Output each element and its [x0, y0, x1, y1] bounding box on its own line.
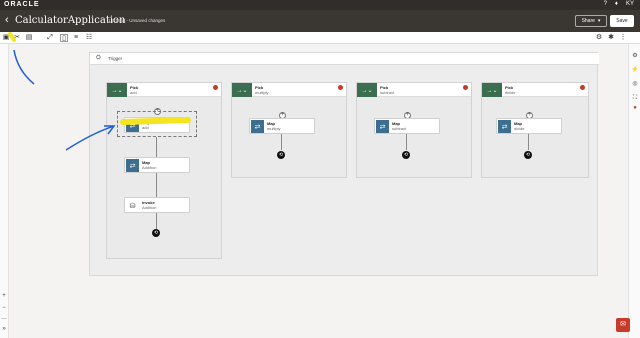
map-icon: ⇄ — [126, 159, 139, 172]
pick-lane-subtract: →⌄ Pick subtract + ⇄ Map subtract ⟲ — [356, 82, 472, 178]
pick-subtitle: divide — [505, 90, 516, 95]
connector — [156, 213, 157, 229]
pick-header[interactable]: →⌄ Pick divide — [482, 83, 588, 97]
pick-subtitle: multiply — [255, 90, 269, 95]
errors-icon[interactable]: ⛶ — [631, 94, 639, 102]
trigger-label: Trigger — [108, 56, 123, 61]
list-view-icon[interactable]: ☷ — [85, 34, 93, 42]
pick-subtitle: add — [130, 90, 137, 95]
canvas-toolbar: ▣ ✂ ▤ ⤢ ▯ ≡ ☷ ⚙ ✱ ⋮ — [0, 32, 640, 44]
global-header: ORACLE ? ♦ KY — [0, 0, 640, 10]
title-bar: ‹ CalculatorApplication 1.0 Draft - Unsa… — [0, 10, 640, 32]
debug-icon[interactable]: ✱ — [607, 34, 615, 42]
expand-rail-icon[interactable]: » — [0, 325, 8, 333]
cut-icon[interactable]: ✂ — [13, 34, 21, 42]
error-icon — [213, 85, 218, 90]
help-icon[interactable]: ? — [604, 1, 607, 7]
invoke-subtitle: Addition — [142, 205, 157, 210]
pick-header[interactable]: →⌄ Pick subtract — [357, 83, 471, 97]
error-icon — [463, 85, 468, 90]
pick-icon: →⌄ — [107, 83, 127, 97]
save-button[interactable]: Save — [610, 15, 634, 27]
canvas-view-icon[interactable]: ▯ — [60, 34, 68, 42]
end-icon[interactable]: ⟲ — [402, 151, 410, 159]
map-icon: ⇄ — [376, 120, 389, 133]
map-card[interactable]: ⇄ Map add — [124, 117, 190, 133]
zoom-out-icon[interactable]: − — [0, 304, 8, 312]
map-icon: ⇄ — [498, 120, 511, 133]
pick-lane-add: →⌄ Pick add + ⇄ Map add ⇄ Map Addition ⛁… — [106, 82, 222, 259]
map-card[interactable]: ⇄ Map multiply — [249, 118, 315, 134]
share-button[interactable]: Share ▾ — [575, 15, 607, 27]
actions-icon[interactable]: ⚡ — [631, 66, 639, 74]
notifications-icon[interactable]: ♦ — [615, 1, 618, 7]
invoke-card[interactable]: ⛁ Invoke Addition — [124, 197, 190, 213]
map-icon: ⇄ — [126, 119, 139, 132]
connector — [156, 173, 157, 197]
pick-icon: →⌄ — [232, 83, 252, 97]
back-icon[interactable]: ‹ — [5, 14, 9, 26]
more-options-icon[interactable]: … — [0, 314, 8, 322]
expand-icon[interactable]: ⤢ — [46, 34, 54, 42]
pseudo-view-icon[interactable]: ≡ — [72, 34, 80, 42]
end-icon[interactable]: ⟲ — [524, 151, 532, 159]
end-icon[interactable]: ⟲ — [152, 229, 160, 237]
share-label: Share — [581, 18, 595, 24]
map-subtitle: add — [142, 125, 149, 130]
pick-lane-multiply: →⌄ Pick multiply + ⇄ Map multiply ⟲ — [231, 82, 347, 178]
user-avatar[interactable]: KY — [626, 1, 634, 7]
map-subtitle: multiply — [267, 126, 281, 131]
map-card[interactable]: ⇄ Map Addition — [124, 157, 190, 173]
left-rail: + − … » — [0, 44, 9, 338]
settings-icon[interactable]: ⚙ — [595, 34, 603, 42]
map-card[interactable]: ⇄ Map divide — [496, 118, 562, 134]
map-icon: ⇄ — [251, 120, 264, 133]
connector — [156, 137, 157, 157]
connector — [528, 134, 529, 150]
pick-header[interactable]: →⌄ Pick add — [107, 83, 221, 97]
integration-canvas: ⛭ Trigger →⌄ Pick add + ⇄ Map add ⇄ Map … — [89, 52, 599, 276]
map-card[interactable]: ⇄ Map subtract — [374, 118, 440, 134]
zoom-in-icon[interactable]: + — [0, 292, 8, 300]
chat-icon[interactable]: ✉ — [616, 318, 630, 332]
right-rail: ⚙ ⚡ ◎ ⛶ ● — [628, 44, 640, 338]
connector — [281, 134, 282, 150]
map-subtitle: Addition — [142, 165, 157, 170]
alert-icon[interactable]: ● — [631, 104, 639, 112]
layout-icon[interactable]: ▣ — [2, 34, 10, 42]
oracle-logo: ORACLE — [4, 1, 40, 8]
error-icon — [338, 85, 343, 90]
pick-icon: →⌄ — [357, 83, 377, 97]
chevron-down-icon: ▾ — [597, 18, 601, 24]
pick-subtitle: subtract — [380, 90, 395, 95]
end-icon[interactable]: ⟲ — [277, 151, 285, 159]
error-icon — [580, 85, 585, 90]
trigger-icon: ⛭ — [96, 55, 101, 61]
map-subtitle: subtract — [392, 126, 407, 131]
more-icon[interactable]: ⋮ — [619, 34, 627, 42]
paste-icon[interactable]: ▤ — [25, 34, 33, 42]
version-status: 1.0 Draft - Unsaved changes — [108, 18, 166, 23]
map-subtitle: divide — [514, 126, 525, 131]
annotation-arrow — [13, 49, 35, 85]
connector — [406, 134, 407, 150]
trigger-bar[interactable]: ⛭ Trigger — [90, 53, 599, 65]
invoke-icon: ⛁ — [126, 199, 139, 212]
pick-header[interactable]: →⌄ Pick multiply — [232, 83, 346, 97]
properties-icon[interactable]: ⚙ — [631, 52, 639, 60]
pick-icon: →⌄ — [482, 83, 502, 97]
pick-lane-divide: →⌄ Pick divide + ⇄ Map divide ⟲ — [481, 82, 589, 178]
tracking-icon[interactable]: ◎ — [631, 80, 639, 88]
